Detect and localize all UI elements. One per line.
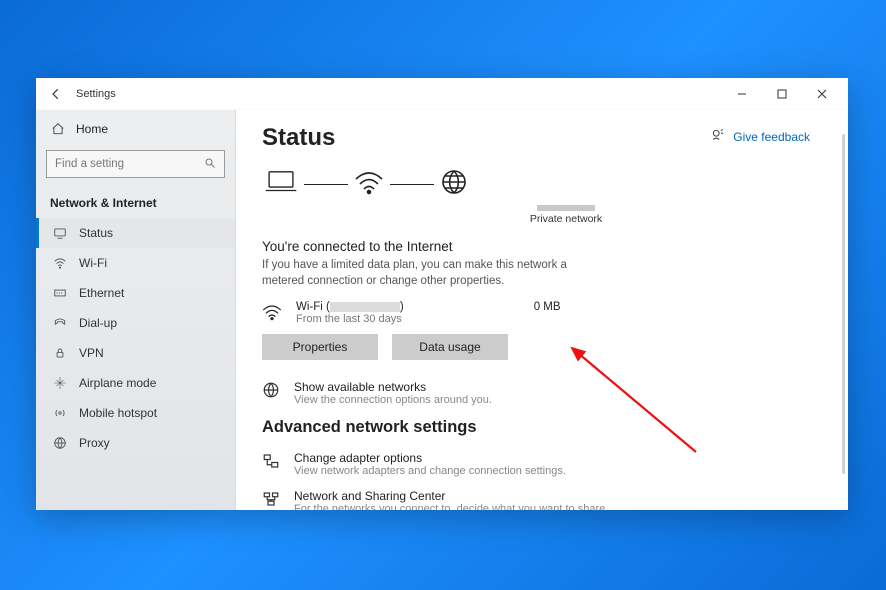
globe-icon bbox=[51, 436, 69, 450]
minimize-button[interactable] bbox=[722, 78, 762, 110]
connected-heading: You're connected to the Internet bbox=[262, 239, 798, 254]
show-available-networks-link[interactable]: Show available networks View the connect… bbox=[262, 380, 798, 406]
network-sharing-center-link[interactable]: Network and Sharing Center For the netwo… bbox=[262, 489, 798, 510]
home-icon bbox=[50, 122, 66, 136]
link-description: View the connection options around you. bbox=[294, 394, 492, 406]
sidebar-item-label: Status bbox=[79, 226, 113, 240]
vpn-icon bbox=[51, 346, 69, 360]
connected-description: If you have a limited data plan, you can… bbox=[262, 258, 582, 289]
search-placeholder: Find a setting bbox=[55, 158, 124, 170]
maximize-button[interactable] bbox=[762, 78, 802, 110]
sharing-icon bbox=[262, 489, 282, 510]
sidebar-item-ethernet[interactable]: Ethernet bbox=[36, 278, 235, 308]
sidebar-group-header: Network & Internet bbox=[36, 190, 235, 218]
wifi-icon bbox=[262, 301, 286, 326]
status-icon bbox=[51, 226, 69, 240]
dialup-icon bbox=[51, 316, 69, 330]
window-title: Settings bbox=[76, 88, 116, 100]
properties-button[interactable]: Properties bbox=[262, 334, 378, 360]
wifi-usage-amount: 0 MB bbox=[534, 301, 561, 313]
wifi-name-prefix: Wi-Fi ( bbox=[296, 301, 330, 313]
search-input[interactable]: Find a setting bbox=[46, 150, 225, 178]
sidebar-item-label: Wi-Fi bbox=[79, 256, 107, 270]
wifi-usage-period: From the last 30 days bbox=[296, 313, 404, 325]
back-button[interactable] bbox=[42, 87, 70, 101]
globe-icon bbox=[262, 380, 282, 406]
wifi-usage-row: Wi-Fi () From the last 30 days 0 MB bbox=[262, 301, 798, 326]
sidebar-item-hotspot[interactable]: Mobile hotspot bbox=[36, 398, 235, 428]
link-title: Change adapter options bbox=[294, 451, 566, 465]
sidebar-item-airplane[interactable]: Airplane mode bbox=[36, 368, 235, 398]
page-title: Status bbox=[262, 124, 798, 152]
sidebar-item-label: Proxy bbox=[79, 436, 110, 450]
sidebar-item-status[interactable]: Status bbox=[36, 218, 235, 248]
data-usage-button[interactable]: Data usage bbox=[392, 334, 508, 360]
search-icon bbox=[204, 157, 216, 172]
scrollbar[interactable] bbox=[842, 134, 845, 474]
wifi-name-suffix: ) bbox=[400, 301, 404, 313]
sidebar-item-wifi[interactable]: Wi-Fi bbox=[36, 248, 235, 278]
close-button[interactable] bbox=[802, 78, 842, 110]
home-button[interactable]: Home bbox=[36, 116, 235, 142]
connection-line bbox=[304, 184, 348, 185]
link-description: For the networks you connect to, decide … bbox=[294, 503, 608, 510]
network-diagram bbox=[264, 168, 798, 201]
adapter-icon bbox=[262, 451, 282, 477]
sidebar-item-vpn[interactable]: VPN bbox=[36, 338, 235, 368]
titlebar: Settings bbox=[36, 78, 848, 110]
sidebar-item-proxy[interactable]: Proxy bbox=[36, 428, 235, 458]
private-network-label: Private network bbox=[334, 205, 798, 225]
sidebar-item-label: Mobile hotspot bbox=[79, 406, 157, 420]
sidebar-item-label: VPN bbox=[79, 346, 104, 360]
link-description: View network adapters and change connect… bbox=[294, 465, 566, 477]
link-title: Network and Sharing Center bbox=[294, 489, 608, 503]
ethernet-icon bbox=[51, 286, 69, 300]
wifi-signal-icon bbox=[354, 169, 384, 200]
sidebar-item-label: Ethernet bbox=[79, 286, 124, 300]
content-area: Give feedback Status bbox=[236, 110, 848, 510]
sidebar-item-dialup[interactable]: Dial-up bbox=[36, 308, 235, 338]
wifi-ssid-redacted bbox=[330, 302, 400, 312]
link-title: Show available networks bbox=[294, 380, 492, 394]
connection-line bbox=[390, 184, 434, 185]
laptop-icon bbox=[264, 168, 298, 201]
wifi-icon bbox=[51, 256, 69, 270]
hotspot-icon bbox=[51, 406, 69, 420]
advanced-settings-heading: Advanced network settings bbox=[262, 418, 798, 437]
airplane-icon bbox=[51, 376, 69, 390]
change-adapter-options-link[interactable]: Change adapter options View network adap… bbox=[262, 451, 798, 477]
sidebar: Home Find a setting Network & Internet S… bbox=[36, 110, 236, 510]
globe-icon bbox=[440, 168, 468, 201]
settings-window: Settings Home Find a setting Network & I… bbox=[36, 78, 848, 510]
home-label: Home bbox=[76, 122, 108, 136]
sidebar-item-label: Dial-up bbox=[79, 316, 117, 330]
sidebar-item-label: Airplane mode bbox=[79, 376, 156, 390]
